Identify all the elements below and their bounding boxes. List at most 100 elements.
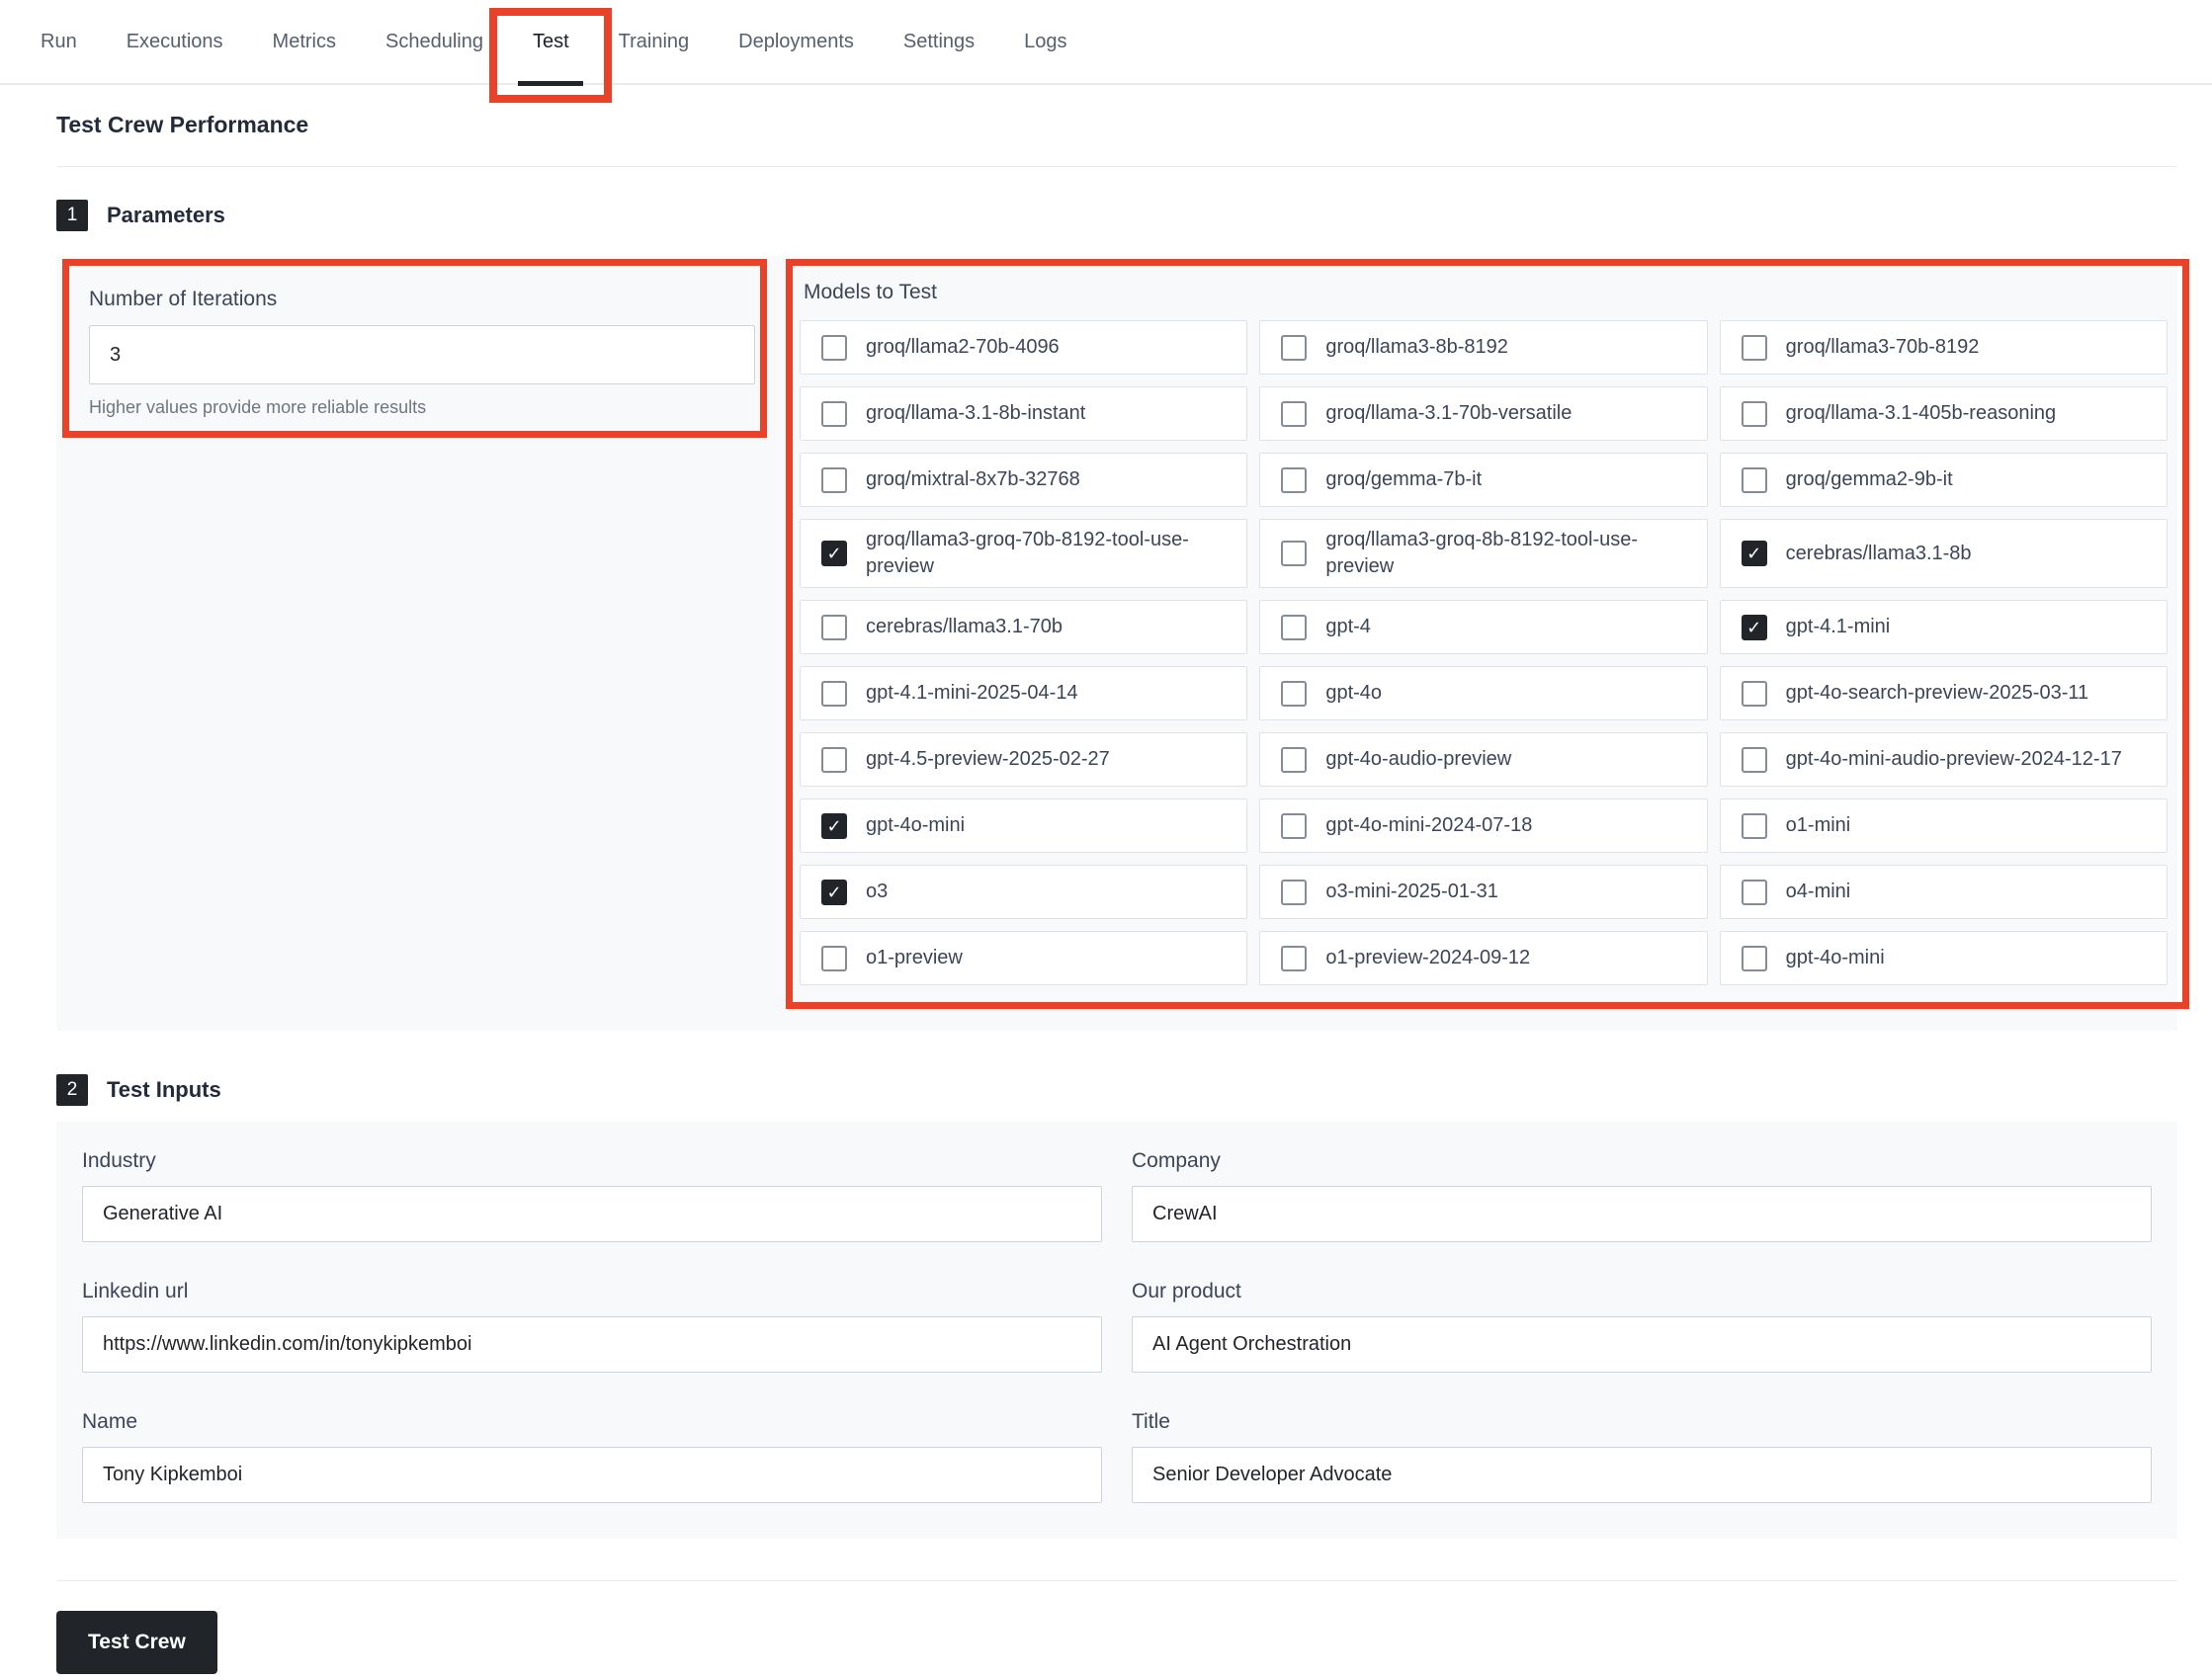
model-option-groq-mixtral-8x7b-32768-6[interactable]: groq/mixtral-8x7b-32768 <box>800 453 1247 507</box>
model-option-gpt-4o-mini-29[interactable]: gpt-4o-mini <box>1720 931 2168 985</box>
field-input-title[interactable] <box>1132 1447 2152 1503</box>
field-input-company[interactable] <box>1132 1186 2152 1242</box>
tab-executions[interactable]: Executions <box>102 0 248 83</box>
tab-training[interactable]: Training <box>594 0 715 83</box>
model-name-label: o3 <box>866 879 888 905</box>
model-option-groq-gemma-7b-it-7[interactable]: groq/gemma-7b-it <box>1259 453 1707 507</box>
step-1-badge: 1 <box>56 200 88 231</box>
model-option-o1-mini-23[interactable]: o1-mini <box>1720 798 2168 853</box>
field-label-company: Company <box>1132 1149 2152 1173</box>
model-option-gpt-4-5-preview-2025-02-27-18[interactable]: gpt-4.5-preview-2025-02-27 <box>800 732 1247 787</box>
model-name-label: gpt-4o-mini-2024-07-18 <box>1325 812 1532 839</box>
checkbox-checked-icon[interactable]: ✓ <box>1742 615 1767 640</box>
model-option-cerebras-llama3-1-8b-11[interactable]: ✓cerebras/llama3.1-8b <box>1720 519 2168 588</box>
model-option-gpt-4o-mini-audio-preview-2024-12-17-20[interactable]: gpt-4o-mini-audio-preview-2024-12-17 <box>1720 732 2168 787</box>
checkbox-unchecked-icon[interactable] <box>821 681 847 707</box>
checkbox-unchecked-icon[interactable] <box>1742 401 1767 427</box>
checkbox-checked-icon[interactable]: ✓ <box>821 813 847 839</box>
step-2-badge: 2 <box>56 1074 88 1106</box>
model-name-label: o1-mini <box>1786 812 1851 839</box>
model-option-groq-llama3-groq-8b-8192-tool-use-preview-10[interactable]: groq/llama3-groq-8b-8192-tool-use-previe… <box>1259 519 1707 588</box>
iterations-group: Number of Iterations Higher values provi… <box>62 259 767 438</box>
model-option-o1-preview-2024-09-12-28[interactable]: o1-preview-2024-09-12 <box>1259 931 1707 985</box>
checkbox-unchecked-icon[interactable] <box>1281 335 1307 361</box>
model-option-groq-llama3-groq-70b-8192-tool-use-preview-9[interactable]: ✓groq/llama3-groq-70b-8192-tool-use-prev… <box>800 519 1247 588</box>
model-name-label: groq/llama3-groq-8b-8192-tool-use-previe… <box>1325 527 1692 580</box>
test-crew-page: RunExecutionsMetricsSchedulingTestTraini… <box>0 0 2212 1680</box>
model-option-groq-llama-3-1-8b-instant-3[interactable]: groq/llama-3.1-8b-instant <box>800 386 1247 441</box>
checkbox-unchecked-icon[interactable] <box>1281 615 1307 640</box>
checkbox-unchecked-icon[interactable] <box>1742 880 1767 905</box>
field-input-name[interactable] <box>82 1447 1102 1503</box>
checkbox-unchecked-icon[interactable] <box>821 467 847 493</box>
model-option-gpt-4-1-mini-2025-04-14-15[interactable]: gpt-4.1-mini-2025-04-14 <box>800 666 1247 720</box>
model-name-label: groq/llama3-8b-8192 <box>1325 334 1508 361</box>
model-option-groq-llama3-70b-8192-2[interactable]: groq/llama3-70b-8192 <box>1720 320 2168 375</box>
field-linkedin-url: Linkedin url <box>82 1280 1102 1373</box>
checkbox-unchecked-icon[interactable] <box>1281 467 1307 493</box>
checkbox-unchecked-icon[interactable] <box>1281 747 1307 773</box>
test-inputs-section-header: 2 Test Inputs <box>56 1074 2177 1106</box>
model-option-o4-mini-26[interactable]: o4-mini <box>1720 865 2168 919</box>
checkbox-unchecked-icon[interactable] <box>1742 946 1767 971</box>
model-option-cerebras-llama3-1-70b-12[interactable]: cerebras/llama3.1-70b <box>800 600 1247 654</box>
model-option-groq-gemma2-9b-it-8[interactable]: groq/gemma2-9b-it <box>1720 453 2168 507</box>
tab-logs[interactable]: Logs <box>999 0 1091 83</box>
field-company: Company <box>1132 1149 2152 1242</box>
checkbox-unchecked-icon[interactable] <box>1281 401 1307 427</box>
model-option-groq-llama3-8b-8192-1[interactable]: groq/llama3-8b-8192 <box>1259 320 1707 375</box>
checkbox-checked-icon[interactable]: ✓ <box>821 880 847 905</box>
field-label-industry: Industry <box>82 1149 1102 1173</box>
checkbox-unchecked-icon[interactable] <box>1281 681 1307 707</box>
model-option-o3-mini-2025-01-31-25[interactable]: o3-mini-2025-01-31 <box>1259 865 1707 919</box>
model-option-gpt-4o-16[interactable]: gpt-4o <box>1259 666 1707 720</box>
checkbox-unchecked-icon[interactable] <box>1281 541 1307 566</box>
field-input-linkedin-url[interactable] <box>82 1316 1102 1373</box>
main-content: Test Crew Performance 1 Parameters Numbe… <box>0 112 2212 1674</box>
tab-deployments[interactable]: Deployments <box>714 0 879 83</box>
tab-settings[interactable]: Settings <box>879 0 999 83</box>
checkbox-unchecked-icon[interactable] <box>821 401 847 427</box>
model-option-o3-24[interactable]: ✓ o3 <box>800 865 1247 919</box>
checkbox-unchecked-icon[interactable] <box>1281 880 1307 905</box>
checkbox-unchecked-icon[interactable] <box>1742 467 1767 493</box>
checkbox-unchecked-icon[interactable] <box>821 335 847 361</box>
model-option-groq-llama-3-1-70b-versatile-4[interactable]: groq/llama-3.1-70b-versatile <box>1259 386 1707 441</box>
test-crew-button[interactable]: Test Crew <box>56 1611 217 1674</box>
iterations-input[interactable] <box>89 325 755 384</box>
checkbox-unchecked-icon[interactable] <box>1742 813 1767 839</box>
model-option-groq-llama-3-1-405b-reasoning-5[interactable]: groq/llama-3.1-405b-reasoning <box>1720 386 2168 441</box>
model-name-label: gpt-4.1-mini <box>1786 614 1891 640</box>
model-name-label: groq/llama-3.1-8b-instant <box>866 400 1085 427</box>
tab-scheduling[interactable]: Scheduling <box>361 0 508 83</box>
checkbox-unchecked-icon[interactable] <box>1281 813 1307 839</box>
model-option-gpt-4o-mini-2024-07-18-22[interactable]: gpt-4o-mini-2024-07-18 <box>1259 798 1707 853</box>
checkbox-unchecked-icon[interactable] <box>1281 946 1307 971</box>
model-option-groq-llama2-70b-4096-0[interactable]: groq/llama2-70b-4096 <box>800 320 1247 375</box>
tab-metrics[interactable]: Metrics <box>248 0 361 83</box>
model-option-gpt-4o-search-preview-2025-03-11-17[interactable]: gpt-4o-search-preview-2025-03-11 <box>1720 666 2168 720</box>
checkbox-checked-icon[interactable]: ✓ <box>821 541 847 566</box>
model-option-o1-preview-27[interactable]: o1-preview <box>800 931 1247 985</box>
model-option-gpt-4-1-mini-14[interactable]: ✓ gpt-4.1-mini <box>1720 600 2168 654</box>
model-option-gpt-4-13[interactable]: gpt-4 <box>1259 600 1707 654</box>
tab-test[interactable]: Test <box>508 0 594 83</box>
checkbox-unchecked-icon[interactable] <box>821 615 847 640</box>
models-label: Models to Test <box>800 281 2168 304</box>
footer-divider <box>56 1580 2177 1581</box>
model-name-label: gpt-4o-search-preview-2025-03-11 <box>1786 680 2088 707</box>
checkbox-unchecked-icon[interactable] <box>1742 335 1767 361</box>
field-input-our-product[interactable] <box>1132 1316 2152 1373</box>
model-option-gpt-4o-mini-21[interactable]: ✓gpt-4o-mini <box>800 798 1247 853</box>
checkbox-unchecked-icon[interactable] <box>1742 747 1767 773</box>
checkbox-unchecked-icon[interactable] <box>821 747 847 773</box>
model-option-gpt-4o-audio-preview-19[interactable]: gpt-4o-audio-preview <box>1259 732 1707 787</box>
checkbox-unchecked-icon[interactable] <box>821 946 847 971</box>
checkbox-checked-icon[interactable]: ✓ <box>1742 541 1767 566</box>
model-name-label: o4-mini <box>1786 879 1851 905</box>
tab-label: Logs <box>1024 31 1066 53</box>
iterations-label: Number of Iterations <box>89 288 755 311</box>
tab-run[interactable]: Run <box>16 0 102 83</box>
field-input-industry[interactable] <box>82 1186 1102 1242</box>
checkbox-unchecked-icon[interactable] <box>1742 681 1767 707</box>
